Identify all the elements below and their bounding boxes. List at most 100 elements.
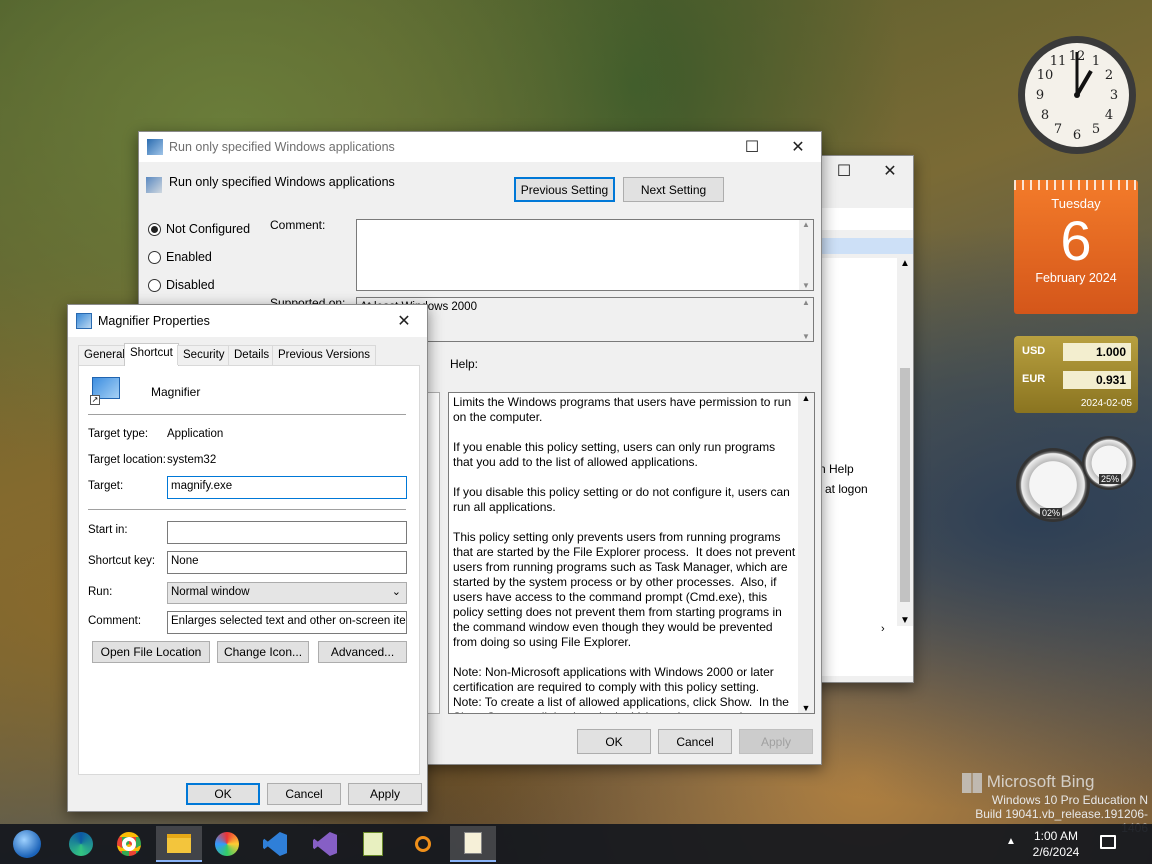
calendar-gadget: Tuesday 6 February 2024 — [1014, 180, 1138, 314]
scroll-up-icon[interactable]: ▲ — [798, 393, 814, 403]
help-scrollbar[interactable]: ▲ ▼ — [798, 393, 814, 713]
vscode-icon — [263, 832, 287, 856]
divider — [88, 509, 406, 510]
policy-cancel-button[interactable]: Cancel — [658, 729, 732, 754]
chrome-taskbar-button[interactable] — [106, 826, 152, 862]
back-window-text-2: at logon — [825, 482, 868, 496]
target-label: Target: — [88, 480, 124, 492]
close-icon[interactable]: ✕ — [867, 156, 913, 186]
start-in-input[interactable] — [167, 521, 407, 544]
bing-logo: Microsoft Bing — [962, 772, 1148, 793]
visual-studio-icon — [313, 832, 337, 856]
currency-gadget: USD 1.000 EUR 0.931 2024-02-05 — [1014, 336, 1138, 413]
scroll-up-icon[interactable]: ▲ — [897, 258, 913, 269]
tab-general[interactable]: General — [78, 345, 131, 365]
svg-text:3: 3 — [1110, 88, 1118, 103]
previous-setting-button[interactable]: Previous Setting — [514, 177, 615, 202]
edge-icon — [69, 832, 93, 856]
svg-text:5: 5 — [1092, 122, 1100, 137]
scroll-down-icon[interactable]: ▼ — [799, 281, 813, 290]
paint-taskbar-button[interactable] — [204, 826, 250, 862]
calendar-month-year: February 2024 — [1035, 271, 1117, 285]
currency-from-label[interactable]: USD — [1022, 345, 1045, 357]
radio-disabled[interactable]: Disabled — [148, 278, 215, 292]
change-icon-button[interactable]: Change Icon... — [217, 641, 309, 663]
radio-dot — [148, 250, 161, 264]
run-select[interactable]: Normal window ⌄ — [167, 582, 407, 604]
radio-enabled[interactable]: Enabled — [148, 250, 212, 264]
open-file-location-button[interactable]: Open File Location — [92, 641, 210, 663]
scroll-down-icon[interactable]: ▼ — [799, 332, 813, 341]
vscode-taskbar-button[interactable] — [252, 826, 298, 862]
svg-text:2: 2 — [1105, 68, 1113, 83]
divider — [88, 414, 406, 415]
supported-scrollbar[interactable]: ▲ ▼ — [799, 298, 813, 341]
visual-studio-taskbar-button[interactable] — [302, 826, 348, 862]
clock[interactable]: 1:00 AM 2/6/2024 — [1026, 828, 1086, 860]
radio-not-configured[interactable]: Not Configured — [148, 222, 250, 236]
comment-scrollbar[interactable]: ▲ ▼ — [799, 220, 813, 290]
magnifier-ok-button[interactable]: OK — [186, 783, 260, 805]
clock-time: 1:00 AM — [1033, 829, 1079, 843]
file-explorer-taskbar-button[interactable] — [156, 826, 202, 862]
comment-label: Comment: — [88, 615, 142, 627]
start-button[interactable] — [4, 826, 50, 862]
close-icon[interactable]: ✕ — [775, 132, 821, 162]
radio-label: Not Configured — [166, 222, 251, 236]
folder-icon — [167, 833, 191, 853]
radio-label: Enabled — [166, 250, 212, 264]
notepad-icon — [464, 832, 482, 854]
magnifier-title-icon — [76, 313, 92, 329]
target-input[interactable]: magnify.exe — [167, 476, 407, 499]
analog-clock-icon: 1212 345 678 91011 — [1018, 36, 1136, 154]
search-tool-taskbar-button[interactable] — [400, 826, 446, 862]
policy-comment-field[interactable]: ▲ ▼ — [356, 219, 814, 291]
currency-to-label[interactable]: EUR — [1022, 373, 1045, 385]
scroll-up-icon[interactable]: ▲ — [799, 220, 813, 229]
svg-text:10: 10 — [1037, 68, 1054, 83]
magnifier-apply-button[interactable]: Apply — [348, 783, 422, 805]
tab-previous-versions[interactable]: Previous Versions — [272, 345, 377, 365]
help-pane: Limits the Windows programs that users h… — [448, 392, 815, 714]
scroll-right-icon[interactable]: › — [881, 623, 885, 635]
close-icon[interactable]: ✕ — [381, 306, 427, 336]
policy-app-icon — [147, 139, 163, 155]
magnifier-titlebar[interactable]: Magnifier Properties ✕ — [68, 305, 427, 337]
policy-header-title: Run only specified Windows applications — [169, 175, 395, 189]
scroll-down-icon[interactable]: ▼ — [897, 615, 913, 626]
scroll-up-icon[interactable]: ▲ — [799, 298, 813, 307]
magnifier-cancel-button[interactable]: Cancel — [267, 783, 341, 805]
scroll-thumb[interactable] — [900, 368, 910, 602]
tab-details[interactable]: Details — [228, 345, 276, 365]
advanced-button[interactable]: Advanced... — [318, 641, 407, 663]
scroll-down-icon[interactable]: ▼ — [798, 703, 814, 713]
svg-text:1: 1 — [1092, 54, 1100, 69]
tab-security[interactable]: Security — [177, 345, 231, 365]
maximize-icon[interactable]: ☐ — [729, 132, 775, 162]
edge-taskbar-button[interactable] — [58, 826, 104, 862]
notepadpp-taskbar-button[interactable] — [350, 826, 396, 862]
svg-text:7: 7 — [1054, 122, 1062, 137]
chevron-down-icon[interactable]: ⌄ — [392, 585, 401, 598]
policy-titlebar[interactable]: Run only specified Windows applications … — [139, 132, 821, 162]
target-location-value: system32 — [167, 454, 217, 466]
bing-brand: Microsoft Bing — [986, 772, 1095, 791]
minimize-icon[interactable] — [683, 132, 729, 162]
palette-icon — [215, 832, 239, 856]
maximize-icon[interactable]: ☐ — [821, 156, 867, 186]
notepad-taskbar-button[interactable] — [450, 826, 496, 862]
svg-text:8: 8 — [1041, 108, 1049, 123]
next-setting-button[interactable]: Next Setting — [623, 177, 724, 202]
policy-apply-button: Apply — [739, 729, 813, 754]
notification-icon[interactable] — [1100, 835, 1116, 849]
back-window-text-1: n Help — [819, 462, 854, 476]
currency-from-value: 1.000 — [1063, 343, 1131, 361]
help-label: Help: — [450, 357, 479, 371]
currency-to-value: 0.931 — [1063, 371, 1131, 389]
tray-overflow-icon[interactable]: ▲ — [1006, 836, 1016, 847]
comment-input[interactable]: Enlarges selected text and other on-scre… — [167, 611, 407, 634]
shortcut-key-input[interactable]: None — [167, 551, 407, 574]
back-window-scrollbar[interactable]: ▲ ▼ — [897, 258, 913, 626]
tab-shortcut[interactable]: Shortcut — [124, 343, 179, 366]
policy-ok-button[interactable]: OK — [577, 729, 651, 754]
